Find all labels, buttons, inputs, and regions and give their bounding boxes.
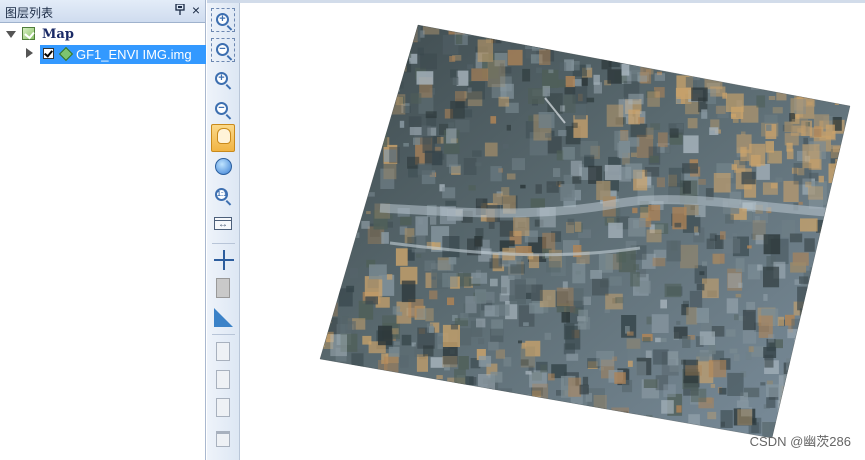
toolbar-separator bbox=[212, 243, 235, 244]
copy-icon bbox=[216, 342, 230, 361]
crosshair-icon bbox=[214, 250, 234, 270]
tree-item-map[interactable]: Map bbox=[4, 26, 194, 44]
zoom-in-icon: + bbox=[215, 72, 228, 85]
layer-label[interactable]: GF1_ENVI IMG.img bbox=[76, 47, 192, 62]
fixed-zoom-in-tool[interactable]: + bbox=[211, 68, 235, 92]
map-label: Map bbox=[42, 27, 74, 42]
copy-tool[interactable] bbox=[211, 340, 235, 364]
close-icon[interactable]: × bbox=[192, 2, 200, 18]
map-extent-tool[interactable] bbox=[211, 212, 235, 236]
ruler-triangle-icon bbox=[214, 308, 233, 327]
pin-icon[interactable] bbox=[175, 4, 185, 15]
map-layer-icon bbox=[22, 27, 35, 40]
toolbar-top-edge bbox=[207, 0, 240, 3]
edit-doc-icon bbox=[216, 370, 230, 389]
zoom-in-icon: + bbox=[216, 13, 229, 26]
paste-icon bbox=[216, 398, 230, 417]
info-icon bbox=[216, 278, 230, 298]
zoom-out-icon: − bbox=[215, 102, 228, 115]
delete-tool[interactable] bbox=[211, 426, 235, 450]
trash-icon bbox=[216, 431, 230, 447]
map-toolbar: + − + − 1:1 bbox=[207, 0, 240, 460]
globe-icon bbox=[215, 158, 232, 175]
panel-title: 图层列表 bbox=[5, 6, 54, 20]
zoom-out-icon: − bbox=[216, 43, 229, 56]
info-tool[interactable] bbox=[211, 276, 235, 300]
identify-tool[interactable] bbox=[211, 248, 235, 272]
satellite-raster-image bbox=[319, 24, 851, 439]
csdn-watermark: CSDN @幽茨286 bbox=[749, 434, 851, 449]
measure-tool[interactable] bbox=[211, 305, 235, 329]
expand-arrow-icon[interactable] bbox=[26, 48, 33, 58]
tree-item-raster-layer[interactable]: GF1_ENVI IMG.img bbox=[24, 45, 206, 64]
layer-visibility-checkbox[interactable] bbox=[43, 48, 54, 59]
map-canvas[interactable]: CSDN @幽茨286 bbox=[240, 0, 865, 460]
fixed-zoom-out-tool[interactable]: − bbox=[211, 98, 235, 122]
extent-icon bbox=[214, 217, 232, 230]
layer-list-panel: 图层列表 × Map GF1_ENVI IMG.img bbox=[0, 0, 206, 460]
pan-tool[interactable] bbox=[211, 124, 235, 152]
zoom-in-box-tool[interactable]: + bbox=[211, 8, 235, 32]
zoom-1-1-icon: 1:1 bbox=[215, 188, 228, 201]
hand-icon bbox=[217, 128, 231, 144]
full-extent-tool[interactable] bbox=[211, 155, 235, 179]
paste-tool[interactable] bbox=[211, 396, 235, 420]
zoom-1-to-1-tool[interactable]: 1:1 bbox=[211, 184, 235, 208]
edit-tool[interactable] bbox=[211, 368, 235, 392]
panel-header: 图层列表 × bbox=[0, 0, 205, 23]
toolbar-separator bbox=[212, 334, 235, 335]
zoom-out-box-tool[interactable]: − bbox=[211, 38, 235, 62]
collapse-arrow-icon[interactable] bbox=[6, 31, 16, 38]
